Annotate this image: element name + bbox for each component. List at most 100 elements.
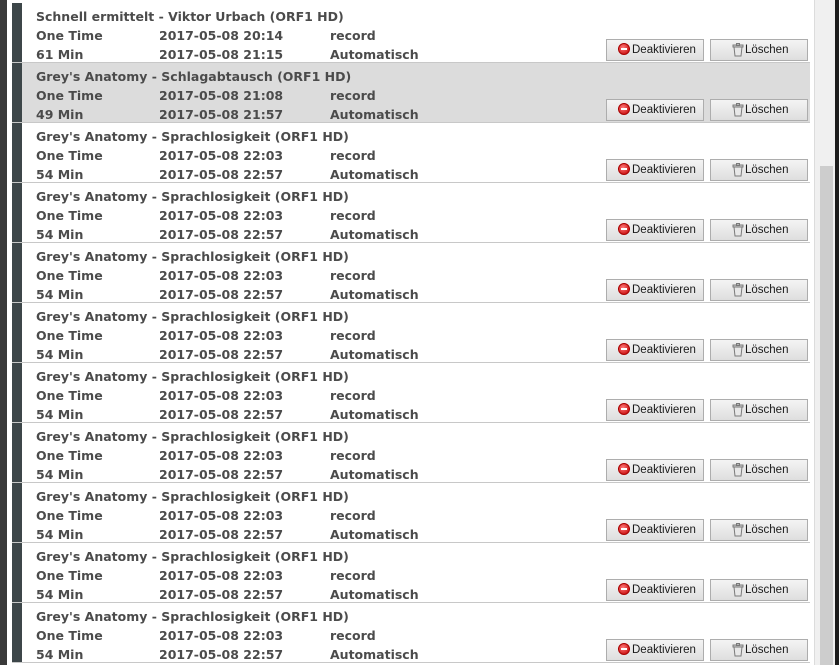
deactivate-button-label: Deaktivieren (632, 44, 696, 56)
row-indicator-bar (12, 123, 22, 182)
deactivate-button-label: Deaktivieren (632, 284, 696, 296)
timer-end-time: 2017-05-08 22:57 (159, 467, 284, 482)
timer-type: One Time (36, 388, 103, 403)
timer-row[interactable]: Grey's Anatomy - Sprachlosigkeit (ORF1 H… (12, 303, 810, 363)
delete-button[interactable]: Löschen (710, 579, 808, 601)
timer-duration: 54 Min (36, 467, 84, 482)
timer-mode: Automatisch (330, 107, 419, 122)
trash-icon (732, 43, 744, 57)
timer-end-time: 2017-05-08 22:57 (159, 587, 284, 602)
timer-duration: 54 Min (36, 287, 84, 302)
delete-button-label: Löschen (745, 224, 789, 236)
deactivate-button-label: Deaktivieren (632, 104, 696, 116)
timer-action: record (330, 88, 376, 103)
deactivate-button[interactable]: Deaktivieren (606, 39, 704, 61)
timer-row[interactable]: Schnell ermittelt - Viktor Urbach (ORF1 … (12, 3, 810, 63)
timer-list: Schnell ermittelt - Viktor Urbach (ORF1 … (12, 0, 810, 665)
timer-type: One Time (36, 508, 103, 523)
timer-row[interactable]: Grey's Anatomy - Sprachlosigkeit (ORF1 H… (12, 483, 810, 543)
timer-mode: Automatisch (330, 167, 419, 182)
timer-row[interactable]: Grey's Anatomy - Schlagabtausch (ORF1 HD… (12, 63, 810, 123)
timer-duration: 54 Min (36, 647, 84, 662)
scrollbar-thumb[interactable] (820, 166, 833, 665)
timer-type: One Time (36, 208, 103, 223)
timer-mode: Automatisch (330, 407, 419, 422)
delete-button[interactable]: Löschen (710, 639, 808, 661)
stop-icon (618, 223, 630, 235)
timer-row[interactable]: Grey's Anatomy - Sprachlosigkeit (ORF1 H… (12, 123, 810, 183)
trash-icon (732, 103, 744, 117)
timer-title: Grey's Anatomy - Sprachlosigkeit (ORF1 H… (36, 309, 349, 324)
timer-row[interactable]: Grey's Anatomy - Sprachlosigkeit (ORF1 H… (12, 603, 810, 663)
timer-row[interactable]: Grey's Anatomy - Sprachlosigkeit (ORF1 H… (12, 183, 810, 243)
timer-row[interactable]: Grey's Anatomy - Sprachlosigkeit (ORF1 H… (12, 363, 810, 423)
deactivate-button[interactable]: Deaktivieren (606, 579, 704, 601)
delete-button[interactable]: Löschen (710, 339, 808, 361)
row-indicator-bar (12, 3, 22, 62)
timer-row[interactable]: Grey's Anatomy - Sprachlosigkeit (ORF1 H… (12, 243, 810, 303)
stop-icon (618, 643, 630, 655)
timer-type: One Time (36, 28, 103, 43)
window-frame-left (0, 0, 7, 665)
timer-type: One Time (36, 328, 103, 343)
timer-title: Grey's Anatomy - Sprachlosigkeit (ORF1 H… (36, 429, 349, 444)
timer-start-time: 2017-05-08 22:03 (159, 568, 284, 583)
trash-icon (732, 523, 744, 537)
timer-duration: 54 Min (36, 347, 84, 362)
timer-title: Grey's Anatomy - Schlagabtausch (ORF1 HD… (36, 69, 352, 84)
trash-icon (732, 283, 744, 297)
deactivate-button-label: Deaktivieren (632, 404, 696, 416)
row-indicator-bar (12, 183, 22, 242)
row-indicator-bar (12, 63, 22, 122)
deactivate-button[interactable]: Deaktivieren (606, 339, 704, 361)
delete-button[interactable]: Löschen (710, 99, 808, 121)
timer-duration: 54 Min (36, 587, 84, 602)
deactivate-button[interactable]: Deaktivieren (606, 219, 704, 241)
timer-mode: Automatisch (330, 587, 419, 602)
timer-type: One Time (36, 148, 103, 163)
delete-button-label: Löschen (745, 284, 789, 296)
trash-icon (732, 223, 744, 237)
stop-icon (618, 43, 630, 55)
timer-action: record (330, 388, 376, 403)
delete-button[interactable]: Löschen (710, 519, 808, 541)
delete-button[interactable]: Löschen (710, 39, 808, 61)
timer-action: record (330, 628, 376, 643)
deactivate-button-label: Deaktivieren (632, 584, 696, 596)
row-indicator-bar (12, 423, 22, 482)
trash-icon (732, 163, 744, 177)
delete-button[interactable]: Löschen (710, 399, 808, 421)
timer-end-time: 2017-05-08 21:57 (159, 107, 284, 122)
timer-start-time: 2017-05-08 22:03 (159, 448, 284, 463)
deactivate-button[interactable]: Deaktivieren (606, 459, 704, 481)
timer-duration: 54 Min (36, 227, 84, 242)
timer-start-time: 2017-05-08 20:14 (159, 28, 284, 43)
timer-title: Grey's Anatomy - Sprachlosigkeit (ORF1 H… (36, 489, 349, 504)
timer-end-time: 2017-05-08 22:57 (159, 287, 284, 302)
timer-row[interactable]: Grey's Anatomy - Sprachlosigkeit (ORF1 H… (12, 543, 810, 603)
deactivate-button[interactable]: Deaktivieren (606, 399, 704, 421)
timer-start-time: 2017-05-08 22:03 (159, 508, 284, 523)
row-indicator-bar (12, 603, 22, 662)
delete-button[interactable]: Löschen (710, 219, 808, 241)
delete-button-label: Löschen (745, 344, 789, 356)
deactivate-button[interactable]: Deaktivieren (606, 99, 704, 121)
scrollbar[interactable] (814, 0, 835, 665)
delete-button-label: Löschen (745, 404, 789, 416)
delete-button[interactable]: Löschen (710, 459, 808, 481)
delete-button[interactable]: Löschen (710, 279, 808, 301)
deactivate-button[interactable]: Deaktivieren (606, 279, 704, 301)
delete-button-label: Löschen (745, 164, 789, 176)
timer-action: record (330, 448, 376, 463)
timer-end-time: 2017-05-08 22:57 (159, 647, 284, 662)
timer-mode: Automatisch (330, 647, 419, 662)
timer-title: Grey's Anatomy - Sprachlosigkeit (ORF1 H… (36, 129, 349, 144)
deactivate-button[interactable]: Deaktivieren (606, 639, 704, 661)
deactivate-button[interactable]: Deaktivieren (606, 159, 704, 181)
deactivate-button[interactable]: Deaktivieren (606, 519, 704, 541)
timer-start-time: 2017-05-08 22:03 (159, 388, 284, 403)
timer-mode: Automatisch (330, 467, 419, 482)
timer-row[interactable]: Grey's Anatomy - Sprachlosigkeit (ORF1 H… (12, 423, 810, 483)
delete-button[interactable]: Löschen (710, 159, 808, 181)
timer-mode: Automatisch (330, 287, 419, 302)
